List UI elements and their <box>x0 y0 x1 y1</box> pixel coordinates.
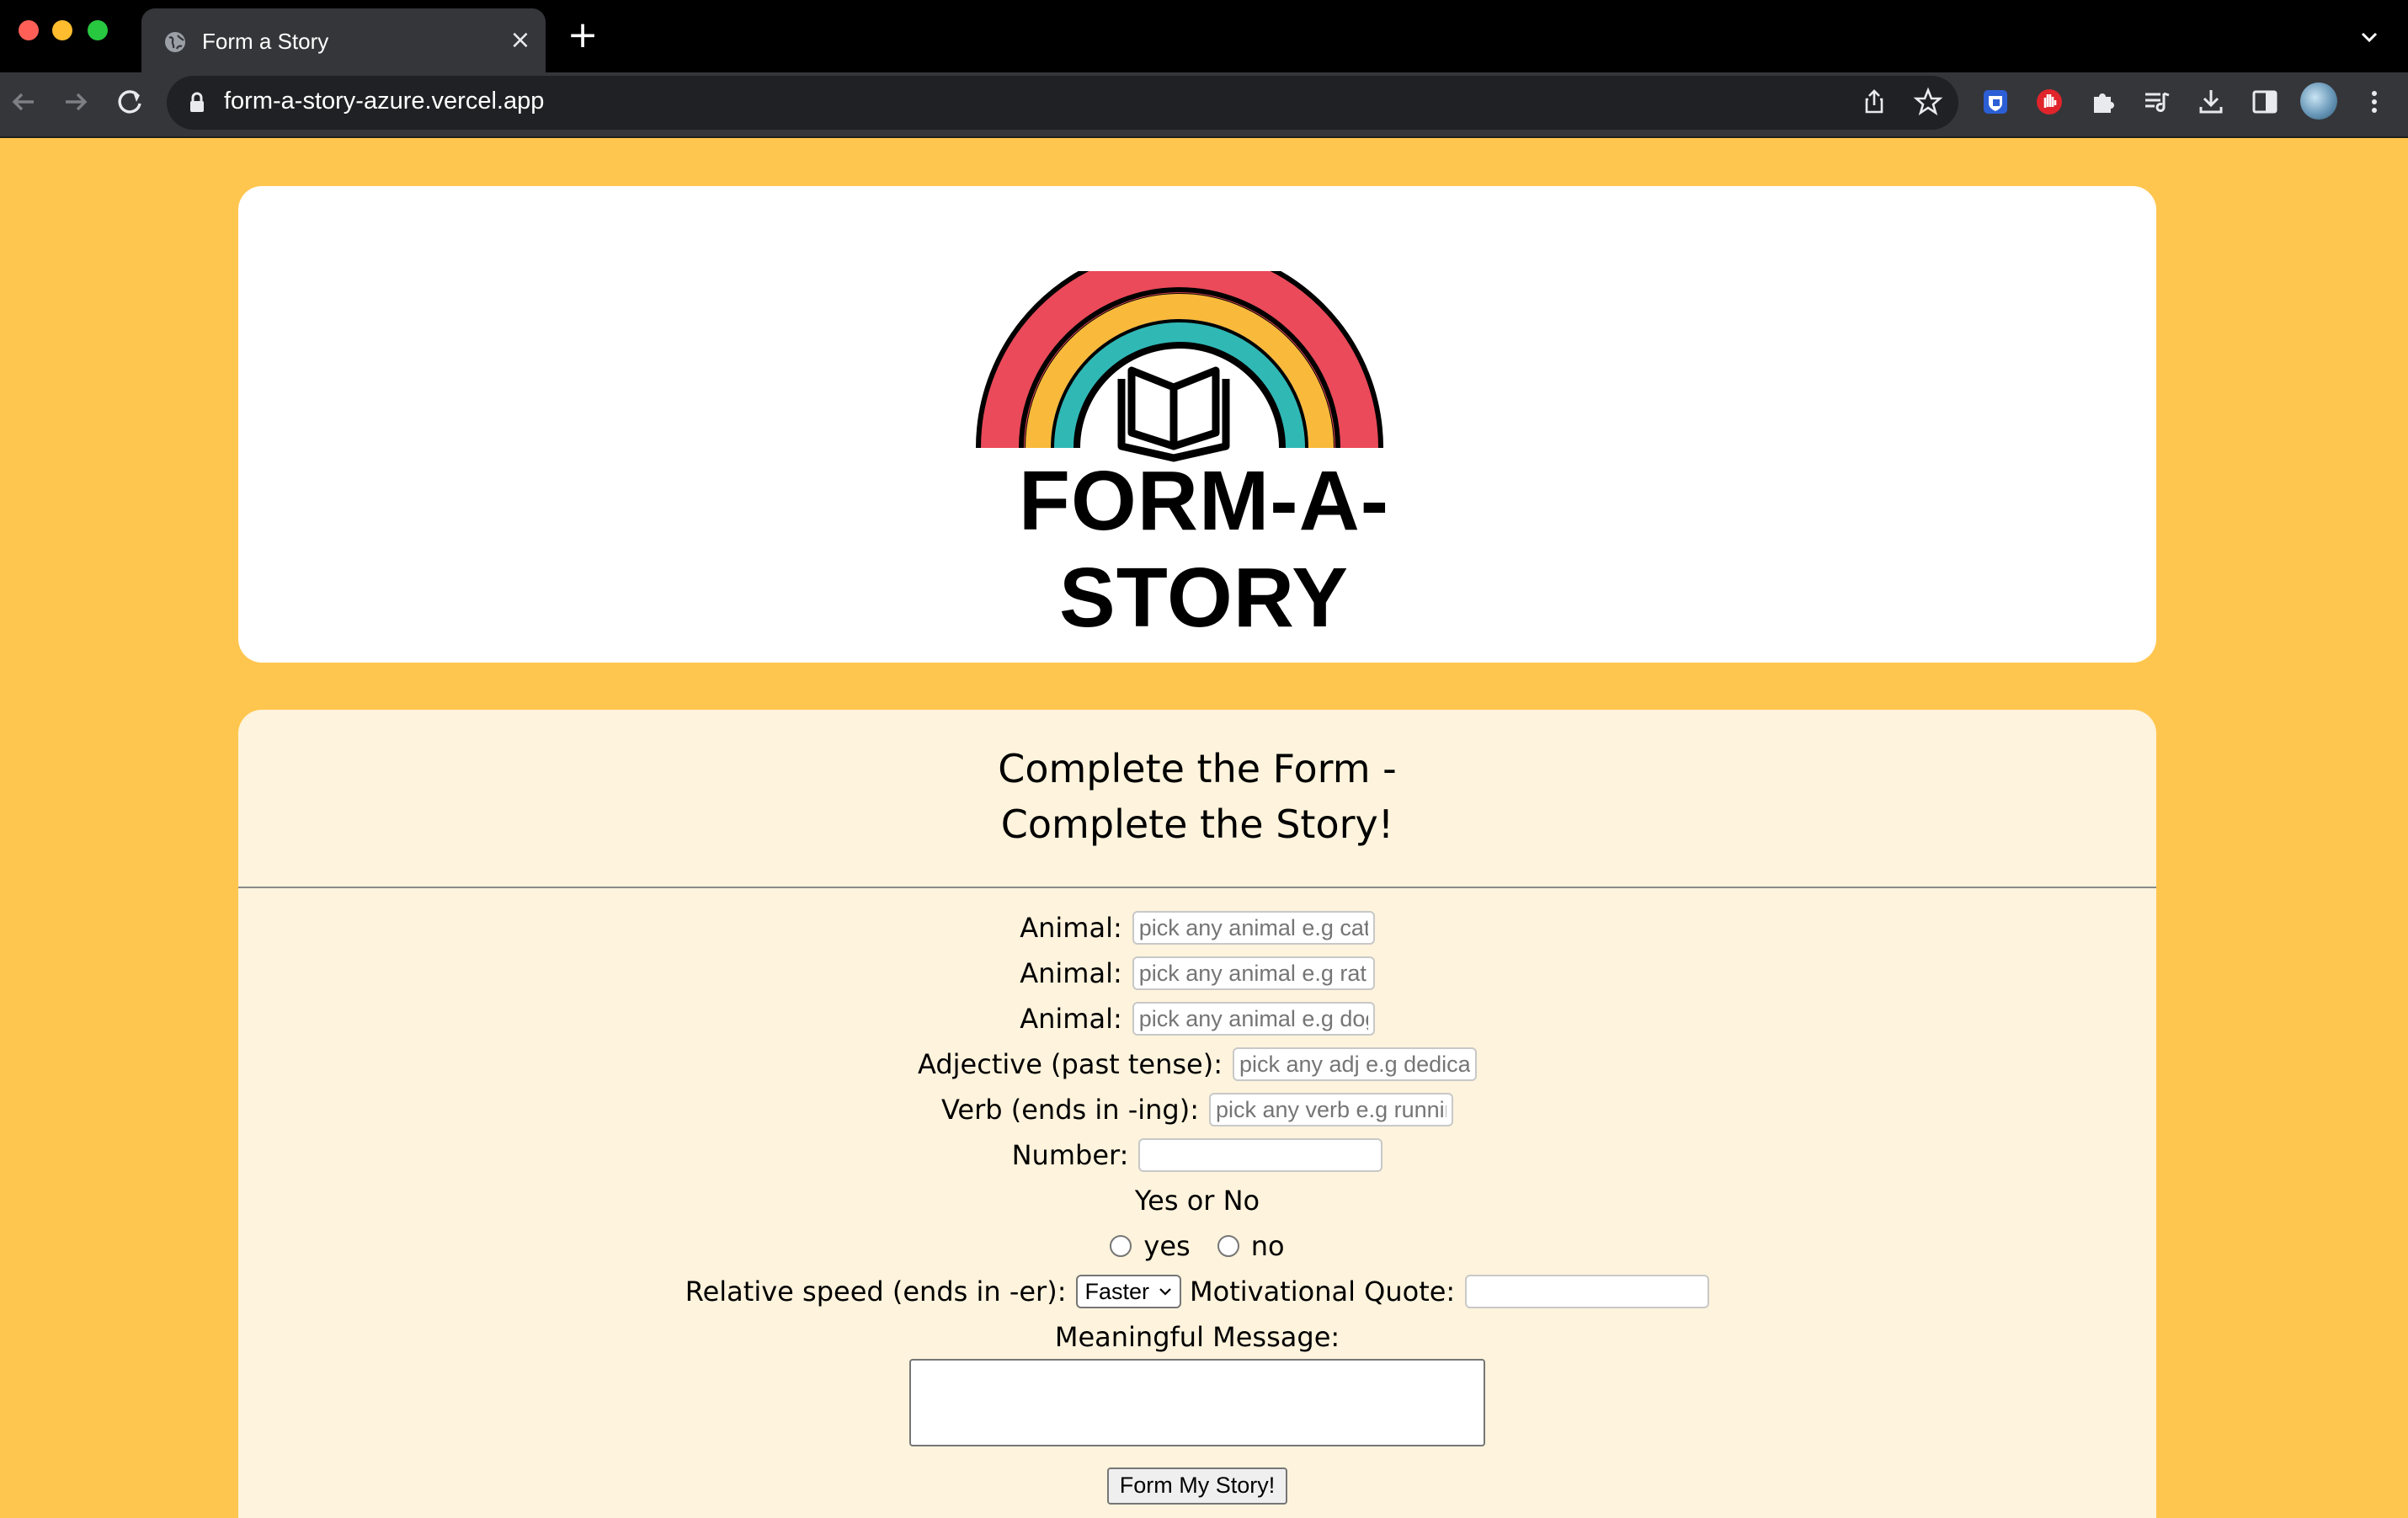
media-playlist-icon[interactable] <box>2140 85 2174 119</box>
side-panel-icon[interactable] <box>2248 85 2282 119</box>
speed-select[interactable]: Faster <box>1076 1275 1181 1308</box>
extension-stop-hand-icon[interactable] <box>2032 85 2066 119</box>
forward-arrow-icon[interactable] <box>59 85 93 119</box>
extension-shield-icon[interactable] <box>1979 85 2012 119</box>
form-row-verb: Verb (ends in -ing): <box>238 1087 2156 1132</box>
form-title: Complete the Form - Complete the Story! <box>238 741 2156 852</box>
quote-input[interactable] <box>1465 1275 1710 1308</box>
close-window-button[interactable] <box>19 20 39 40</box>
form-row-yes-no-label: Yes or No <box>238 1178 2156 1223</box>
globe-icon <box>165 32 185 52</box>
no-radio[interactable] <box>1217 1235 1239 1257</box>
adjective-label: Adjective (past tense): <box>918 1048 1223 1080</box>
speed-select-value: Faster <box>1084 1278 1149 1304</box>
form-row-animal-3: Animal: <box>238 996 2156 1041</box>
bookmark-star-icon[interactable] <box>1911 85 1945 119</box>
new-tab-button[interactable]: + <box>564 17 601 56</box>
speed-label: Relative speed (ends in -er): <box>685 1276 1067 1308</box>
maximize-window-button[interactable] <box>88 20 108 40</box>
form-row-yes-no-options: yes no <box>238 1223 2156 1269</box>
form-row-animal-2: Animal: <box>238 951 2156 996</box>
no-radio-label[interactable]: no <box>1251 1230 1285 1262</box>
form-row-message-label: Meaningful Message: <box>238 1314 2156 1360</box>
minimize-window-button[interactable] <box>52 20 72 40</box>
verb-label: Verb (ends in -ing): <box>941 1094 1199 1126</box>
back-arrow-icon[interactable] <box>7 85 40 119</box>
message-label: Meaningful Message: <box>1054 1321 1340 1353</box>
form-row-adjective: Adjective (past tense): <box>238 1041 2156 1087</box>
message-textarea[interactable] <box>909 1359 1485 1446</box>
verb-input[interactable] <box>1208 1093 1453 1127</box>
share-icon[interactable] <box>1857 85 1891 119</box>
animal-1-label: Animal: <box>1020 912 1122 944</box>
profile-avatar[interactable] <box>2300 83 2337 120</box>
browser-titlebar: Form a Story × + <box>0 0 2408 72</box>
url-text[interactable]: form-a-story-azure.vercel.app <box>224 88 544 115</box>
form-title-line-1: Complete the Form - <box>998 746 1397 791</box>
form-row-number: Number: <box>238 1132 2156 1178</box>
lock-icon <box>190 92 204 112</box>
kebab-menu-icon[interactable] <box>2357 85 2391 119</box>
browser-tab[interactable]: Form a Story × <box>141 8 546 72</box>
download-icon[interactable] <box>2194 85 2228 119</box>
yes-radio-label[interactable]: yes <box>1143 1230 1190 1262</box>
yes-radio[interactable] <box>1110 1235 1132 1257</box>
number-label: Number: <box>1011 1139 1129 1171</box>
toolbar-divider <box>0 136 2408 138</box>
form-divider <box>238 887 2156 888</box>
extensions-puzzle-icon[interactable] <box>2086 85 2120 119</box>
form-title-line-2: Complete the Story! <box>1000 802 1394 847</box>
animal-3-input[interactable] <box>1132 1002 1375 1036</box>
form-row-speed-quote: Relative speed (ends in -er): Faster Mot… <box>238 1269 2156 1314</box>
reload-icon[interactable] <box>113 85 147 119</box>
close-tab-icon[interactable]: × <box>505 25 535 56</box>
yes-no-label: Yes or No <box>1134 1185 1260 1217</box>
chevron-down-icon <box>1159 1288 1171 1296</box>
quote-label: Motivational Quote: <box>1190 1276 1456 1308</box>
animal-3-label: Animal: <box>1020 1003 1122 1035</box>
animal-1-input[interactable] <box>1132 911 1375 945</box>
form-row-animal-1: Animal: <box>238 905 2156 951</box>
tab-title: Form a Story <box>202 29 329 54</box>
adjective-input[interactable] <box>1232 1047 1477 1081</box>
logo-wordmark: FORM-A-STORY <box>1018 454 1390 645</box>
animal-2-label: Animal: <box>1020 957 1122 989</box>
form-my-story-button[interactable]: Form My Story! <box>1107 1467 1287 1505</box>
number-input[interactable] <box>1138 1138 1383 1172</box>
chevron-down-icon[interactable] <box>2357 25 2381 49</box>
animal-2-input[interactable] <box>1132 956 1375 990</box>
